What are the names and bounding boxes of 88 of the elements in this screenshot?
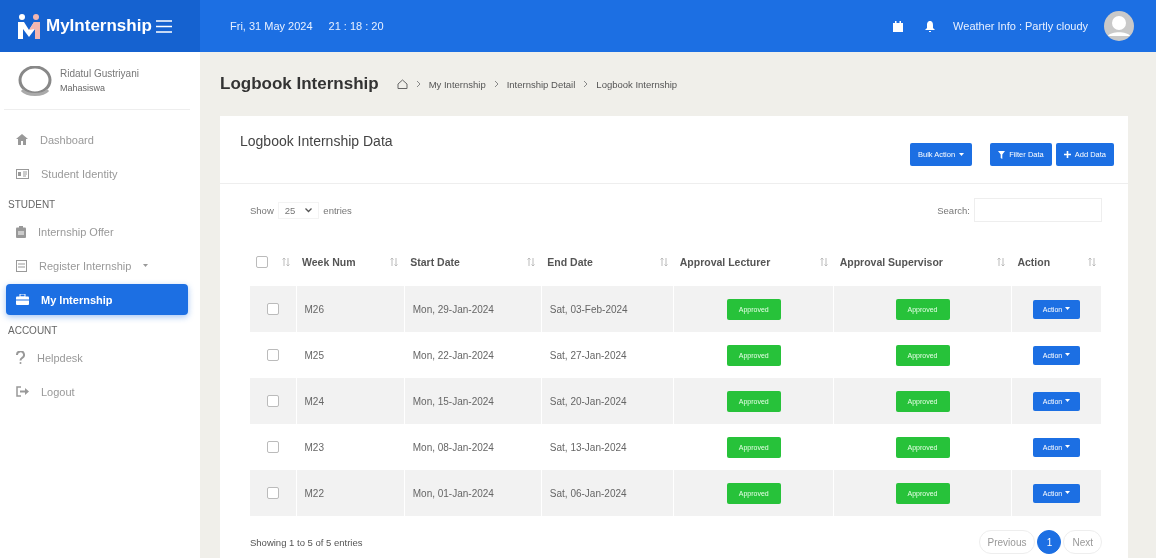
- filter-icon: [998, 150, 1006, 159]
- table-cell: M24: [304, 395, 324, 407]
- clipboard-icon: [16, 225, 26, 238]
- user-name: Ridatul Gustriyani: [60, 68, 139, 79]
- plus-icon: [1063, 151, 1071, 158]
- page-size-select[interactable]: 25: [277, 201, 320, 219]
- sidebar-section-label: ACCOUNT: [8, 325, 59, 336]
- avatar-icon[interactable]: [1104, 11, 1134, 41]
- column-header[interactable]: Approval Lecturer: [679, 256, 771, 268]
- sort-icon[interactable]: [390, 257, 399, 267]
- entries-label: entries: [323, 204, 352, 216]
- table-cell: Sat, 13-Jan-2024: [549, 441, 627, 453]
- page-button[interactable]: 1: [1037, 530, 1062, 554]
- table-cell: M23: [304, 441, 324, 453]
- sidebar-section-label: STUDENT: [8, 199, 57, 210]
- calendar-icon[interactable]: [893, 20, 904, 32]
- row-checkbox[interactable]: [266, 349, 279, 362]
- sort-icon[interactable]: [997, 257, 1006, 267]
- table-cell: Mon, 01-Jan-2024: [412, 487, 494, 499]
- caret-icon: [1065, 445, 1071, 449]
- sidebar-item[interactable]: Helpdesk: [6, 342, 188, 373]
- table-cell: Mon, 22-Jan-2024: [412, 349, 494, 361]
- home-icon[interactable]: [396, 79, 408, 89]
- sidebar-item[interactable]: Register Internship: [6, 250, 188, 281]
- sidebar-item[interactable]: Dashboard: [6, 124, 188, 155]
- caret-icon: [1065, 307, 1071, 311]
- chevron-icon: [583, 80, 589, 88]
- show-label: Show: [250, 204, 274, 216]
- entries-info: Showing 1 to 5 of 5 entries: [250, 536, 363, 548]
- row-checkbox[interactable]: [266, 303, 279, 316]
- table-cell: Mon, 29-Jan-2024: [412, 303, 494, 315]
- column-header[interactable]: Week Num: [302, 256, 356, 268]
- table-cell: Mon, 15-Jan-2024: [412, 395, 494, 407]
- column-header[interactable]: Start Date: [410, 256, 460, 268]
- sort-icon[interactable]: [1087, 257, 1096, 267]
- caret-icon: [1065, 353, 1071, 357]
- sidebar-item[interactable]: Logout: [6, 376, 188, 407]
- row-checkbox[interactable]: [266, 487, 279, 500]
- breadcrumb-link[interactable]: Internship Detail: [506, 78, 576, 90]
- column-header[interactable]: End Date: [547, 256, 593, 268]
- sort-icon[interactable]: [659, 257, 668, 267]
- card-title: Logbook Internship Data: [240, 133, 393, 149]
- home-icon: [16, 134, 28, 145]
- chevron-down-icon: [305, 207, 313, 213]
- sort-icon[interactable]: [527, 257, 536, 267]
- sort-icon[interactable]: [819, 257, 828, 267]
- page-title: Logbook Internship: [220, 74, 379, 94]
- form-icon: [16, 259, 27, 272]
- sidebar-item[interactable]: Internship Offer: [6, 216, 188, 247]
- question-icon: [16, 351, 25, 364]
- select-all-checkbox[interactable]: [256, 256, 268, 268]
- sidebar-item[interactable]: My Internship: [6, 284, 188, 315]
- bell-icon[interactable]: [925, 20, 936, 32]
- table-cell: M25: [304, 349, 324, 361]
- menu-icon[interactable]: [155, 19, 172, 33]
- table-cell: M22: [304, 487, 324, 499]
- breadcrumb-link[interactable]: Logbook Internship: [596, 78, 678, 90]
- sidebar-item[interactable]: Student Identity: [6, 158, 188, 189]
- table-cell: Sat, 20-Jan-2024: [549, 395, 627, 407]
- row-checkbox[interactable]: [266, 395, 279, 408]
- caret-icon: [959, 152, 965, 157]
- caret-icon: [1065, 399, 1071, 403]
- table-cell: Mon, 08-Jan-2024: [412, 441, 494, 453]
- table-cell: Sat, 06-Jan-2024: [549, 487, 627, 499]
- current-date: Fri, 31 May 2024: [230, 20, 313, 32]
- brand-name: MyInternship: [46, 16, 152, 36]
- table-cell: Sat, 27-Jan-2024: [549, 349, 627, 361]
- table-cell: M26: [304, 303, 324, 315]
- next-button[interactable]: Next: [1063, 530, 1102, 554]
- logo-icon: [16, 13, 42, 39]
- search-label: Search:: [937, 204, 970, 216]
- chevron-icon: [415, 80, 421, 88]
- current-time: 21 : 18 : 20: [328, 20, 384, 32]
- previous-button[interactable]: Previous: [978, 530, 1036, 554]
- id-card-icon: [16, 168, 29, 179]
- breadcrumb-link[interactable]: My Internship: [428, 78, 486, 90]
- avatar-icon: [18, 65, 52, 96]
- briefcase-icon: [16, 294, 29, 305]
- table-cell: Sat, 03-Feb-2024: [549, 303, 628, 315]
- weather-info: Weather Info : Partly cloudy: [953, 20, 1088, 32]
- user-role: Mahasiswa: [60, 83, 107, 93]
- row-checkbox[interactable]: [266, 441, 279, 454]
- caret-icon: [1065, 491, 1071, 495]
- logout-icon: [16, 386, 29, 397]
- column-header[interactable]: Action: [1017, 256, 1051, 268]
- column-header[interactable]: Approval Supervisor: [839, 256, 943, 268]
- chevron-icon: [493, 80, 499, 88]
- sort-icon[interactable]: [282, 257, 290, 267]
